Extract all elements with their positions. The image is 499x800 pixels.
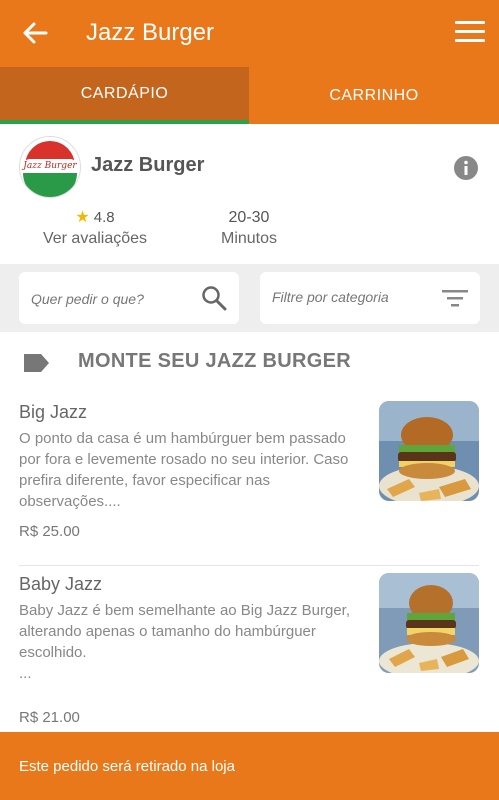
filter-bar: Filtre por categoria [0,264,499,332]
menu-item[interactable]: Big Jazz O ponto da casa é um hambúrguer… [0,394,499,566]
pickup-notice-bar: Este pedido será retirado na loja [0,732,499,800]
search-box [19,272,239,324]
category-section-header: MONTE SEU JAZZ BURGER [0,332,499,394]
category-filter-select[interactable]: Filtre por categoria [260,272,480,324]
item-price: R$ 25.00 [19,523,80,540]
rating-value: 4.8 [93,209,115,226]
reviews-link[interactable]: Ver avaliações [20,228,170,250]
store-header: Jazz Burger Jazz Burger ★ 4.8 Ver avaliaç… [0,124,499,264]
app-title: Jazz Burger [86,19,215,46]
delivery-time-unit: Minutos [220,230,278,247]
logo-text: Jazz Burger [21,161,77,171]
category-filter-placeholder: Filtre por categoria [272,289,389,305]
tab-cardapio[interactable]: CARDÁPIO [0,67,249,124]
star-icon: ★ [75,209,90,226]
menu-item[interactable]: Baby Jazz Baby Jazz é bem semelhante ao … [0,566,499,736]
section-title: MONTE SEU JAZZ BURGER [78,350,351,372]
delivery-time-block: 20-30 Minutos [189,208,309,250]
filter-list-icon [442,290,468,307]
back-arrow-icon[interactable] [22,20,48,46]
tab-carrinho[interactable]: CARRINHO [249,67,499,124]
label-tag-icon [24,354,49,372]
search-icon[interactable] [201,285,227,311]
item-price: R$ 21.00 [19,709,80,726]
tab-bar: CARDÁPIO CARRINHO [0,67,499,124]
rating-block: ★ 4.8 Ver avaliações [20,208,170,250]
search-input[interactable] [29,286,198,312]
item-description: O ponto da casa é um hambúrguer bem pass… [19,430,349,510]
pickup-notice-text: Este pedido será retirado na loja [19,758,235,775]
hamburger-menu-icon[interactable] [455,21,485,45]
delivery-time-value: 20-30 [228,209,270,226]
item-photo [379,573,479,673]
item-name: Baby Jazz [19,574,103,594]
item-description: Baby Jazz é bem semelhante ao Big Jazz B… [19,602,351,682]
store-name: Jazz Burger [91,154,205,176]
item-photo [379,401,479,501]
store-logo: Jazz Burger [19,136,81,198]
app-bar: Jazz Burger [0,0,499,67]
info-icon[interactable] [453,155,479,181]
item-name: Big Jazz [19,402,88,422]
